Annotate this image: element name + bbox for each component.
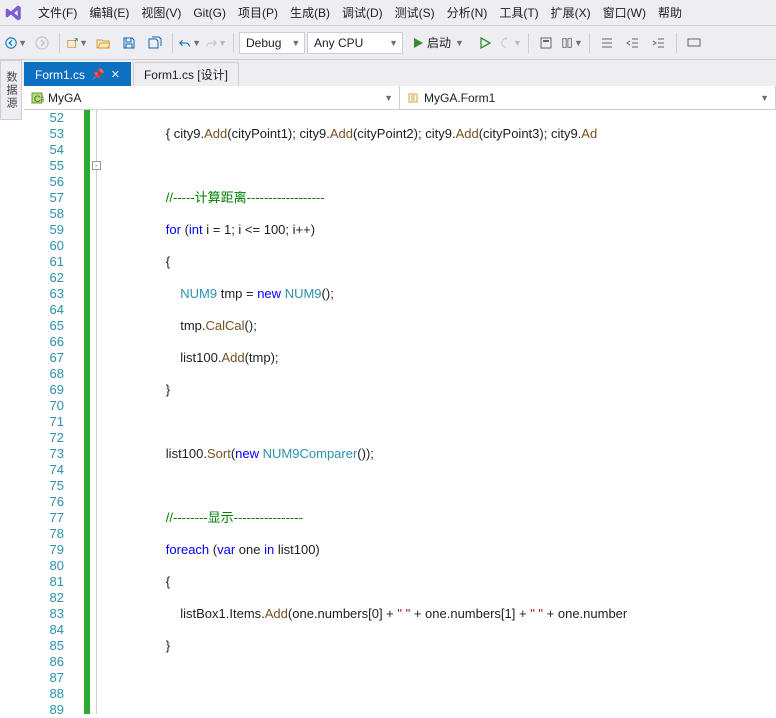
tb-icon-1[interactable] bbox=[534, 31, 558, 55]
tab-form1-design[interactable]: Form1.cs [设计] bbox=[133, 62, 239, 86]
menu-view[interactable]: 视图(V) bbox=[135, 1, 187, 24]
tb-indent-in[interactable] bbox=[647, 31, 671, 55]
menu-git[interactable]: Git(G) bbox=[187, 3, 232, 23]
tab-label: Form1.cs [设计] bbox=[144, 66, 228, 83]
menu-help[interactable]: 帮助 bbox=[652, 1, 688, 24]
save-all-button[interactable] bbox=[143, 31, 167, 55]
save-button[interactable] bbox=[117, 31, 141, 55]
new-project-button[interactable]: ▼ bbox=[65, 31, 89, 55]
platform-combo[interactable]: Any CPU▼ bbox=[307, 32, 403, 54]
start-nodebug-button[interactable] bbox=[473, 31, 497, 55]
tb-icon-3[interactable] bbox=[595, 31, 619, 55]
menu-project[interactable]: 项目(P) bbox=[232, 1, 284, 24]
tb-indent-out[interactable] bbox=[621, 31, 645, 55]
vs-logo-icon bbox=[2, 1, 26, 25]
tab-label: Form1.cs bbox=[35, 68, 85, 82]
nav-back-button[interactable]: ▼ bbox=[4, 31, 28, 55]
start-debug-button[interactable]: 启动▼ bbox=[405, 32, 471, 54]
tb-icon-2[interactable]: ▼ bbox=[560, 31, 584, 55]
marker-margin bbox=[70, 110, 84, 714]
menu-debug[interactable]: 调试(D) bbox=[336, 1, 389, 24]
hot-reload-button[interactable]: ▼ bbox=[499, 31, 523, 55]
redo-button[interactable]: ▼ bbox=[204, 31, 228, 55]
svg-text:C#: C# bbox=[34, 94, 44, 104]
tb-comment[interactable] bbox=[682, 31, 706, 55]
menu-build[interactable]: 生成(B) bbox=[284, 1, 336, 24]
undo-button[interactable]: ▼ bbox=[178, 31, 202, 55]
tab-form1-cs[interactable]: Form1.cs 📌 ✕ bbox=[24, 62, 131, 86]
fold-box-icon[interactable]: - bbox=[92, 161, 101, 170]
menu-analyze[interactable]: 分析(N) bbox=[441, 1, 494, 24]
close-icon[interactable]: ✕ bbox=[111, 68, 120, 81]
menu-extensions[interactable]: 扩展(X) bbox=[545, 1, 597, 24]
menu-file[interactable]: 文件(F) bbox=[32, 1, 83, 24]
pin-icon[interactable]: 📌 bbox=[91, 68, 105, 81]
nav-type-combo[interactable]: MyGA.Form1▼ bbox=[400, 86, 776, 109]
nav-project-combo[interactable]: C# MyGA▼ bbox=[24, 86, 400, 109]
code-area[interactable]: { city9.Add(cityPoint1); city9.Add(cityP… bbox=[104, 110, 776, 714]
config-combo[interactable]: Debug▼ bbox=[239, 32, 305, 54]
line-number-gutter: 5253545556575859606162636465666768697071… bbox=[24, 110, 70, 714]
menu-test[interactable]: 测试(S) bbox=[389, 1, 441, 24]
menu-tools[interactable]: 工具(T) bbox=[493, 1, 544, 24]
open-button[interactable] bbox=[91, 31, 115, 55]
outlining-margin[interactable]: - bbox=[90, 110, 104, 714]
nav-fwd-button[interactable] bbox=[30, 31, 54, 55]
menu-window[interactable]: 窗口(W) bbox=[597, 1, 652, 24]
datasource-sidetab[interactable]: 数据源 bbox=[0, 60, 22, 120]
menu-edit[interactable]: 编辑(E) bbox=[83, 1, 135, 24]
